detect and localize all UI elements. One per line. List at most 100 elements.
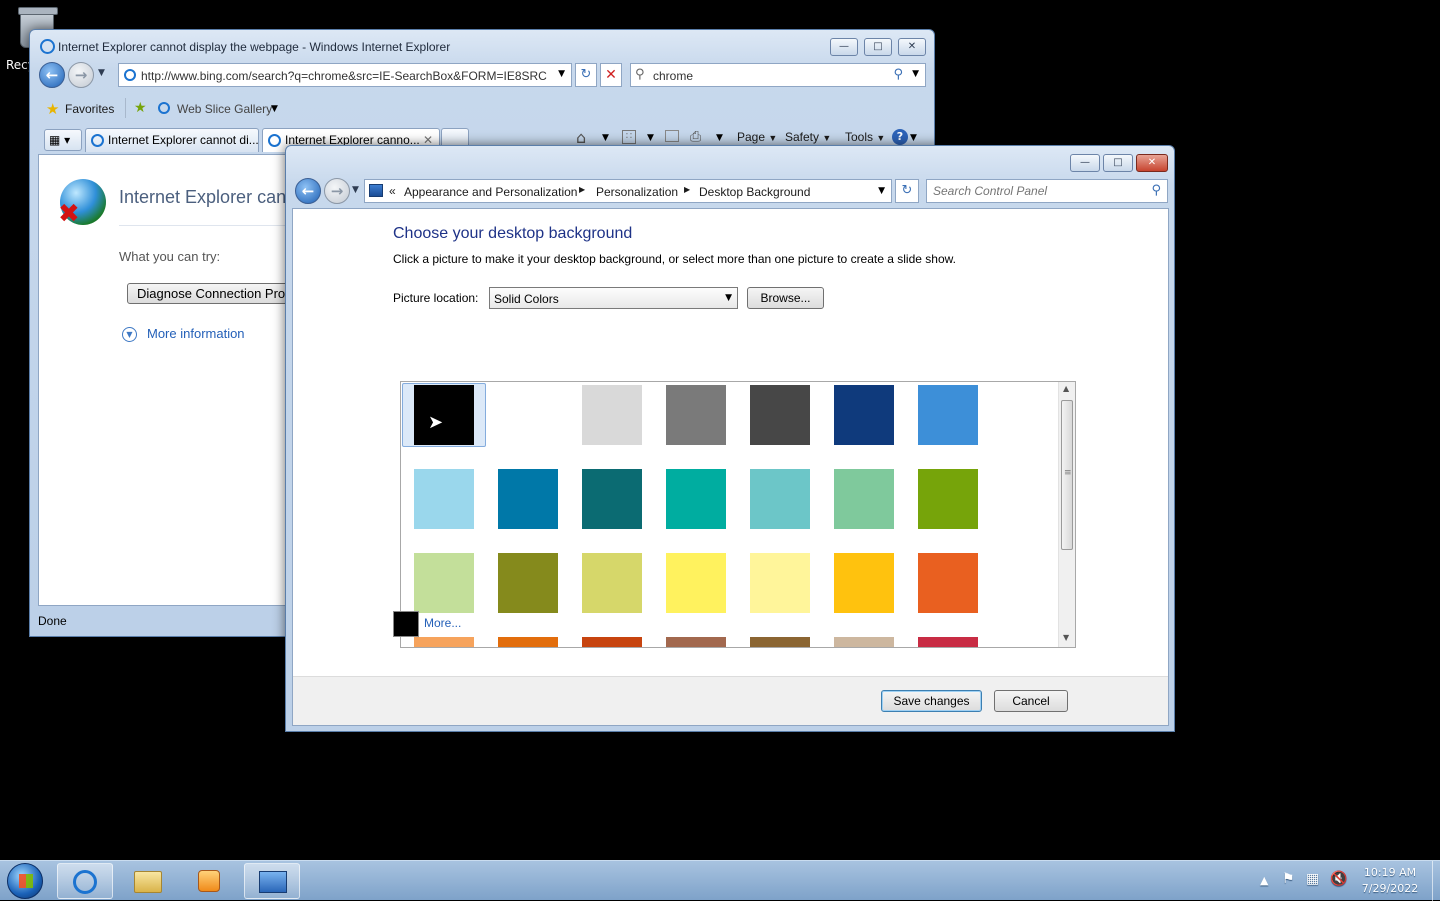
color-swatch[interactable] [498,553,558,613]
maximize-button[interactable]: □ [864,38,892,56]
stop-icon[interactable]: ✕ [600,63,622,87]
breadcrumb-overflow-icon[interactable]: « [389,184,396,198]
color-swatch[interactable] [582,469,642,529]
breadcrumb-arrow-icon[interactable]: ▶ [579,185,585,194]
search-icon[interactable]: ⚲ [893,67,903,82]
color-swatch[interactable] [498,637,558,647]
expand-more-info-icon[interactable]: ▼ [122,327,137,342]
show-desktop-button[interactable] [1432,861,1440,901]
maximize-button[interactable]: □ [1103,154,1133,172]
close-button[interactable]: ✕ [898,38,926,56]
color-swatch[interactable] [666,385,726,445]
tools-menu[interactable]: Tools ▼ [845,130,885,144]
color-swatch[interactable] [666,469,726,529]
color-swatch[interactable] [498,385,558,445]
breadcrumb-item-appearance[interactable]: Appearance and Personalization [404,185,577,199]
search-icon[interactable]: ⚲ [1151,183,1161,198]
web-slice-dropdown-icon[interactable]: ▼ [271,104,278,114]
feeds-dropdown-icon[interactable]: ▼ [647,133,654,143]
close-button[interactable]: ✕ [1136,154,1168,172]
forward-button[interactable]: → [68,62,94,88]
minimize-button[interactable]: — [1070,154,1100,172]
color-swatch[interactable] [414,553,474,613]
browse-button[interactable]: Browse... [747,287,824,309]
color-swatch[interactable] [834,469,894,529]
search-input[interactable] [931,182,1139,200]
breadcrumb-address-bar[interactable]: « Appearance and Personalization ▶ Perso… [364,179,892,203]
back-button[interactable]: ← [295,178,321,204]
web-slice-gallery-link[interactable]: Web Slice Gallery [177,102,272,116]
safety-menu[interactable]: Safety ▼ [785,130,831,144]
breadcrumb-arrow-icon[interactable]: ▶ [684,185,690,194]
save-changes-button[interactable]: Save changes [881,690,982,712]
color-swatch[interactable] [918,553,978,613]
clock[interactable]: 10:19 AM 7/29/2022 [1355,866,1425,895]
more-color-swatch[interactable] [393,611,419,637]
print-icon[interactable]: ⎙ [690,129,701,145]
taskbar-internet-explorer[interactable] [57,863,113,899]
recent-pages-dropdown-icon[interactable]: ▼ [352,185,359,195]
color-swatch[interactable] [498,469,558,529]
action-center-flag-icon[interactable]: ⚑ [1282,871,1295,887]
color-swatch[interactable] [750,637,810,647]
help-dropdown-icon[interactable]: ▼ [910,133,917,143]
color-swatch[interactable] [750,469,810,529]
help-icon[interactable]: ? [892,129,908,145]
color-swatch[interactable] [750,385,810,445]
quick-tabs-button[interactable]: ▦ ▾ [44,129,82,151]
picture-location-select[interactable]: Solid Colors ▼ [489,287,738,309]
color-swatch[interactable] [834,637,894,647]
back-button[interactable]: ← [39,62,65,88]
recent-pages-dropdown-icon[interactable]: ▼ [98,68,105,78]
favorites-button[interactable]: Favorites [65,102,114,116]
color-swatch[interactable] [918,469,978,529]
color-swatch[interactable] [582,553,642,613]
page-menu[interactable]: Page ▼ [737,130,777,144]
taskbar-media-player[interactable] [180,863,236,899]
show-hidden-icons[interactable]: ▲ [1260,874,1268,887]
more-information-link[interactable]: More information [147,326,245,341]
refresh-icon[interactable]: ↻ [895,179,919,203]
address-bar[interactable]: http://www.bing.com/search?q=chrome&src=… [118,63,572,87]
color-swatch[interactable] [582,637,642,647]
network-icon[interactable]: ▦ [1306,871,1319,887]
scroll-down-icon[interactable]: ▼ [1063,633,1069,642]
start-button[interactable] [7,863,43,899]
address-dropdown-icon[interactable]: ▼ [878,186,885,196]
color-swatch[interactable] [750,553,810,613]
home-dropdown-icon[interactable]: ▼ [602,133,609,143]
taskbar-windows-explorer[interactable] [120,863,176,899]
forward-button[interactable]: → [324,178,350,204]
address-input[interactable]: http://www.bing.com/search?q=chrome&src=… [141,69,547,83]
breadcrumb-item-desktop-background[interactable]: Desktop Background [699,185,810,199]
volume-muted-icon[interactable]: 🔇 [1330,871,1347,887]
scroll-up-icon[interactable]: ▲ [1063,384,1069,393]
gallery-scrollbar[interactable]: ▲ ≡ ▼ [1058,382,1075,647]
minimize-button[interactable]: — [830,38,858,56]
add-favorite-icon[interactable]: ★ [134,100,147,116]
diagnose-connection-button[interactable]: Diagnose Connection Pro [127,283,297,304]
color-swatch[interactable] [414,469,474,529]
read-mail-icon[interactable] [665,130,679,142]
search-options-dropdown-icon[interactable]: ▼ [912,69,919,79]
solid-colors-gallery[interactable]: ➤ ▲ ≡ ▼ [400,381,1076,648]
color-swatch[interactable] [666,553,726,613]
taskbar-control-panel[interactable] [244,863,300,899]
address-dropdown-icon[interactable]: ▼ [558,69,565,79]
more-colors-link[interactable]: More... [424,616,461,630]
tab-ie-cannot-display-1[interactable]: Internet Explorer cannot di... [85,128,259,152]
search-input[interactable]: chrome [653,69,693,83]
color-swatch[interactable] [414,385,474,445]
color-swatch[interactable] [834,553,894,613]
color-swatch[interactable] [918,385,978,445]
refresh-icon[interactable]: ↻ [575,63,597,87]
feeds-icon[interactable]: ∷ [622,130,636,144]
breadcrumb-item-personalization[interactable]: Personalization [596,185,678,199]
search-control-panel-box[interactable]: ⚲ [926,179,1168,203]
color-swatch[interactable] [918,637,978,647]
color-swatch[interactable] [414,637,474,647]
cancel-button[interactable]: Cancel [994,690,1068,712]
print-dropdown-icon[interactable]: ▼ [716,133,723,143]
color-swatch[interactable] [582,385,642,445]
color-swatch[interactable] [834,385,894,445]
